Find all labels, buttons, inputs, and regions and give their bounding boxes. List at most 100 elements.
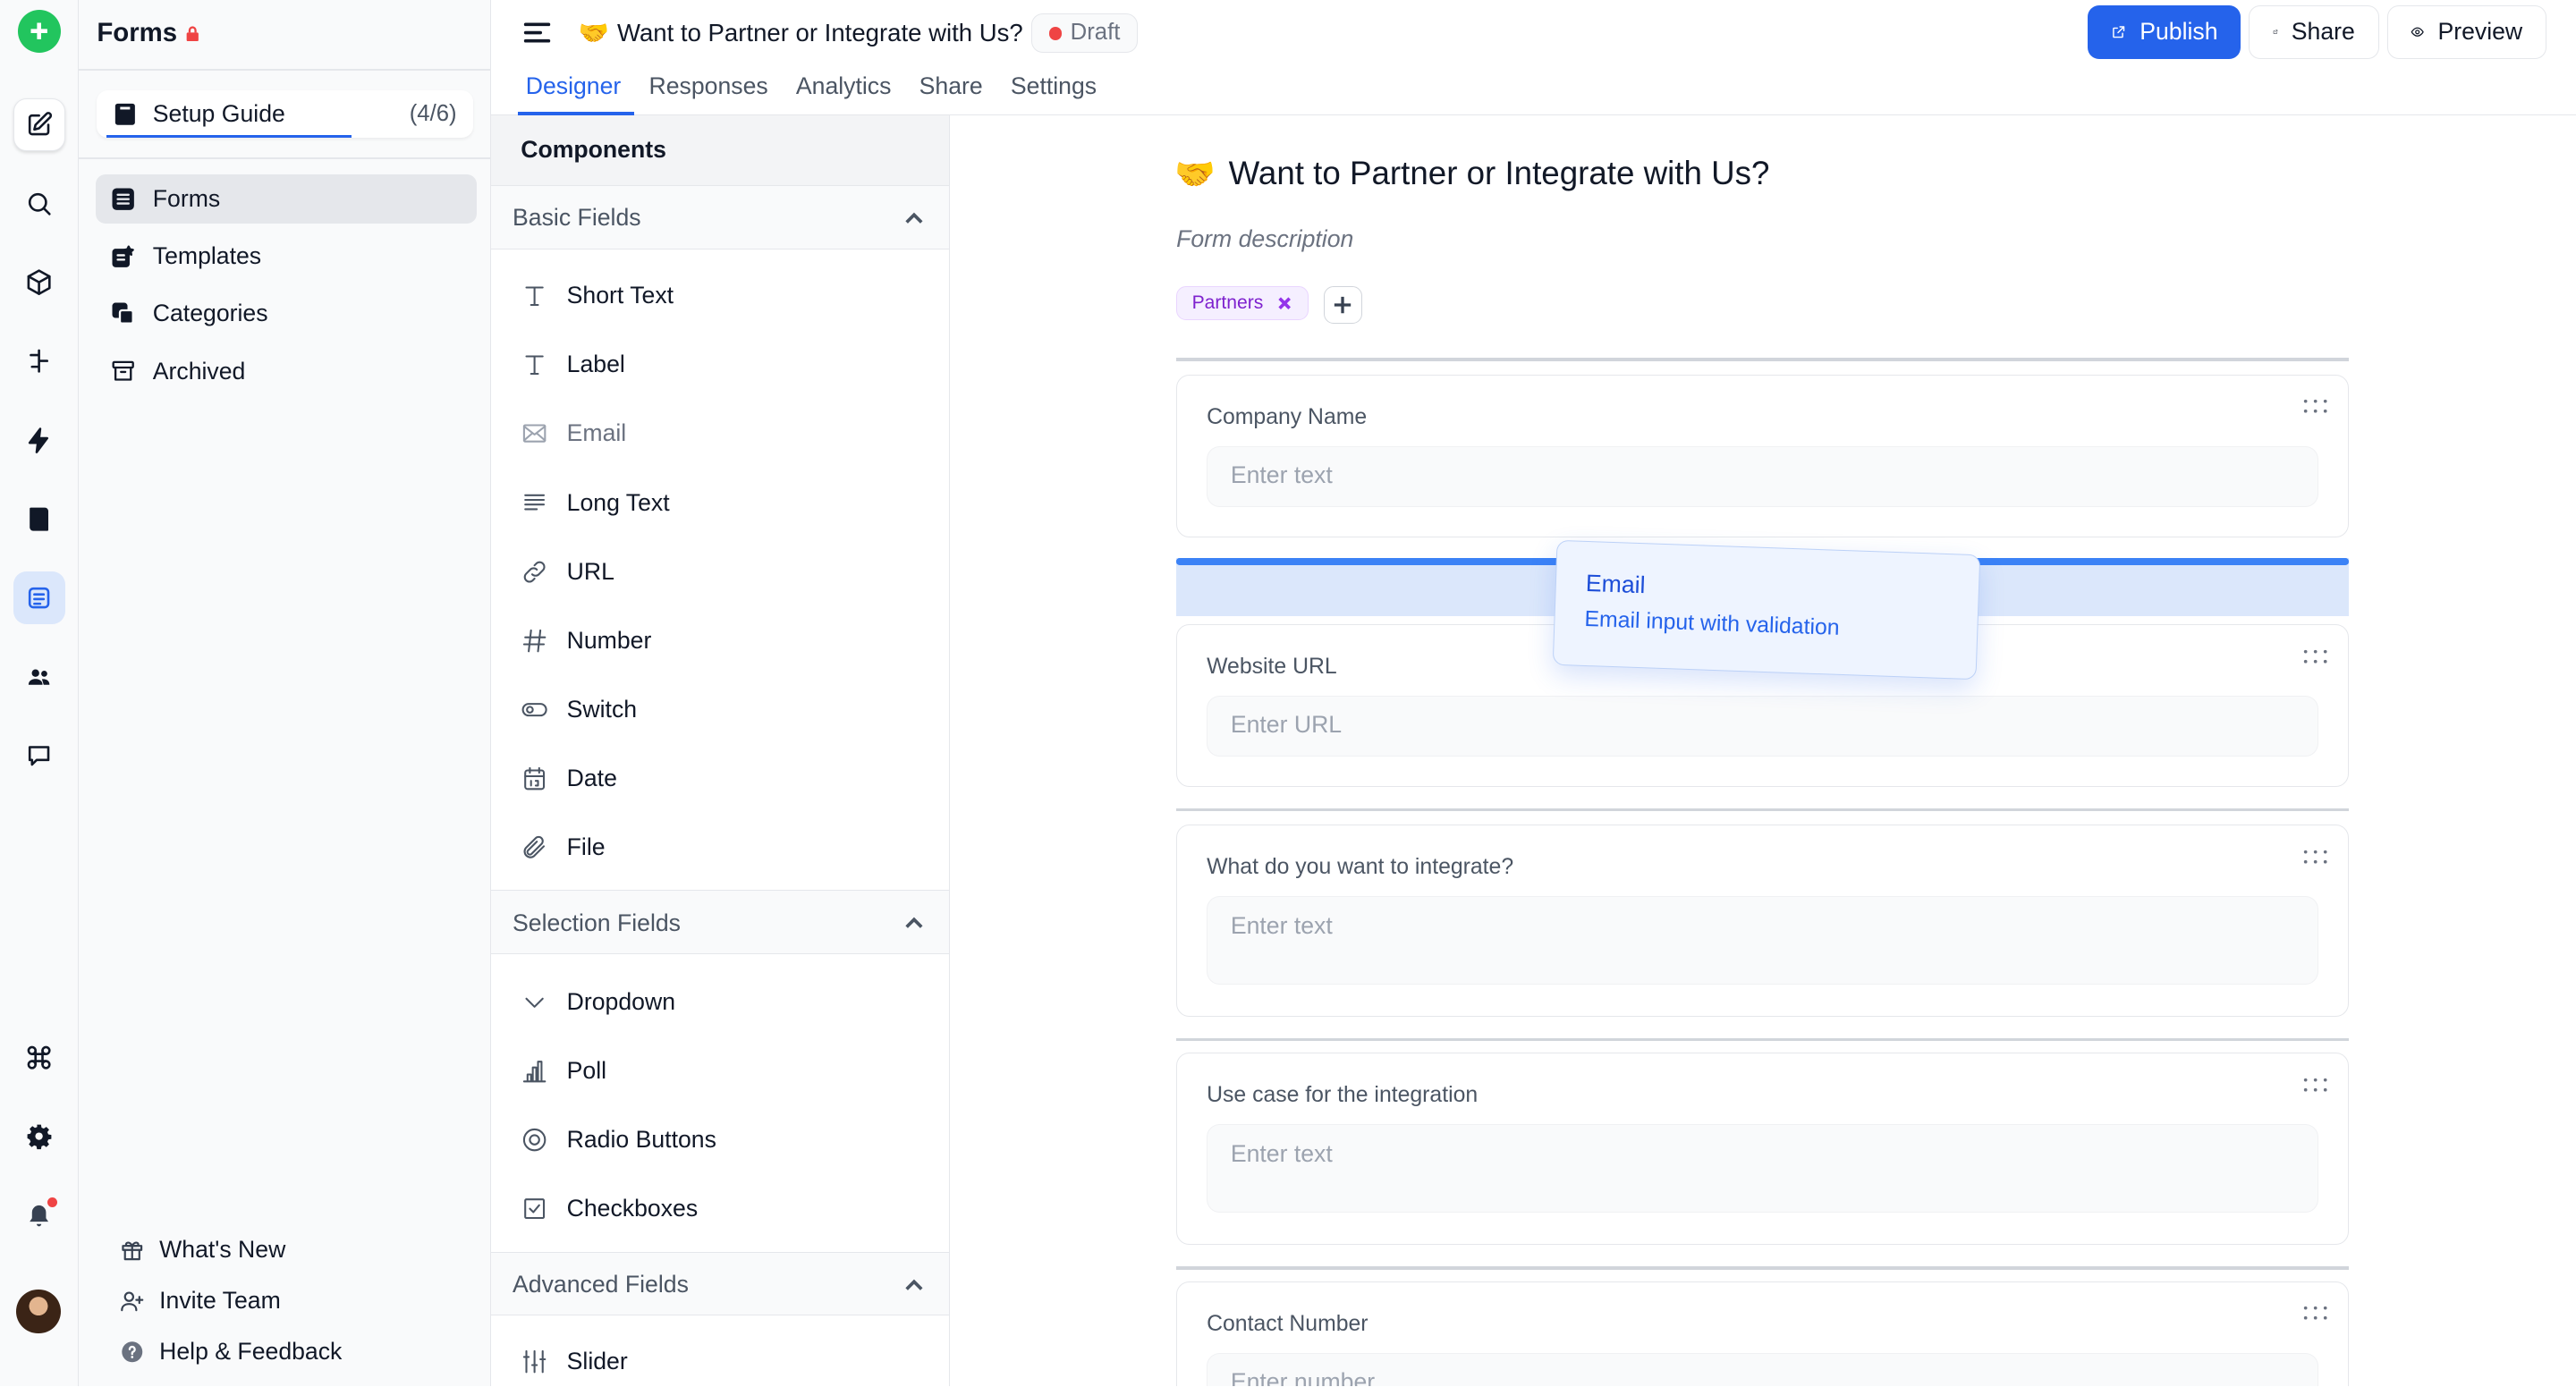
rail-forms-button[interactable] [13, 571, 66, 624]
drag-handle-icon[interactable] [2302, 849, 2328, 865]
component-radio-buttons[interactable]: Radio Buttons [521, 1121, 716, 1160]
toggle-icon [521, 702, 547, 716]
field-company-name[interactable]: Company Name Enter text [1176, 374, 2350, 537]
sidebar-item-archived[interactable]: Archived [96, 347, 477, 396]
component-label: URL [566, 557, 614, 585]
field-use-case[interactable]: Use case for the integration Enter text [1176, 1053, 2350, 1246]
sidebar: Forms Setup Guide (4/6) Forms Templates … [79, 0, 492, 1387]
templates-icon [112, 245, 134, 267]
timeline-icon [30, 350, 49, 374]
component-poll[interactable]: Poll [521, 1051, 606, 1090]
field-integrate-what[interactable]: What do you want to integrate? Enter tex… [1176, 825, 2350, 1017]
field-input[interactable]: Enter text [1207, 895, 2319, 985]
create-new-button[interactable] [18, 10, 61, 53]
form-title-text: Want to Partner or Integrate with Us? [1228, 155, 1770, 192]
form-title[interactable]: 🤝 Want to Partner or Integrate with Us? [1174, 155, 1769, 193]
bolt-icon [29, 427, 49, 453]
icon-rail [0, 0, 80, 1387]
field-input[interactable]: Enter text [1207, 1124, 2319, 1214]
field-input[interactable]: Enter URL [1207, 695, 2319, 757]
whats-new-link[interactable]: What's New [120, 1233, 285, 1266]
rail-command-button[interactable] [13, 1031, 66, 1084]
rail-timeline-button[interactable] [13, 335, 66, 388]
drag-handle-icon[interactable] [2302, 648, 2328, 664]
sidebar-item-categories[interactable]: Categories [96, 289, 477, 338]
help-feedback-link[interactable]: Help & Feedback [120, 1335, 342, 1368]
sidebar-item-templates[interactable]: Templates [96, 232, 477, 281]
component-switch[interactable]: Switch [521, 689, 637, 729]
drag-handle-icon[interactable] [2302, 1305, 2328, 1321]
component-email[interactable]: Email [521, 414, 626, 453]
setup-guide-button[interactable]: Setup Guide (4/6) [97, 90, 473, 139]
component-number[interactable]: Number [521, 621, 651, 660]
rail-chat-button[interactable] [13, 729, 66, 782]
form-canvas: 🤝 Want to Partner or Integrate with Us? … [951, 114, 2576, 1387]
form-description[interactable]: Form description [1176, 225, 1353, 253]
rail-docs-button[interactable] [13, 493, 66, 545]
field-input[interactable]: Enter text [1207, 445, 2319, 507]
field-input[interactable]: Enter number [1207, 1352, 2319, 1387]
form-title-header[interactable]: 🤝 Want to Partner or Integrate with Us? [579, 15, 1023, 51]
footer-item-label: Invite Team [159, 1287, 281, 1315]
forms-icon [29, 587, 50, 609]
tab-settings[interactable]: Settings [1005, 72, 1101, 115]
component-label[interactable]: Label [521, 345, 625, 385]
app: Forms Setup Guide (4/6) Forms Templates … [0, 0, 2576, 1387]
rail-cube-button[interactable] [13, 257, 66, 309]
component-label: Dropdown [566, 987, 676, 1015]
chevron-up-icon [903, 1273, 925, 1295]
tab-responses[interactable]: Responses [644, 72, 773, 115]
tab-analytics[interactable]: Analytics [791, 72, 896, 115]
preview-button[interactable]: Preview [2386, 4, 2546, 60]
tab-designer[interactable]: Designer [517, 72, 634, 115]
share-button[interactable]: Share [2249, 4, 2379, 60]
sidebar-title: Forms [97, 17, 178, 47]
rail-team-button[interactable] [13, 650, 66, 703]
avatar[interactable] [16, 1289, 61, 1334]
chevron-down-icon [525, 997, 544, 1008]
component-url[interactable]: URL [521, 552, 614, 591]
status-badge: Draft [1031, 13, 1138, 53]
component-dropdown[interactable]: Dropdown [521, 982, 675, 1021]
paperclip-icon [523, 835, 546, 858]
drag-preview-email[interactable]: Email Email input with validation [1552, 539, 1980, 680]
basic-fields-section-toggle[interactable]: Basic Fields [491, 185, 949, 250]
component-short-text[interactable]: Short Text [521, 276, 674, 316]
sidebar-item-forms[interactable]: Forms [95, 173, 477, 224]
drag-handle-icon[interactable] [2302, 1077, 2328, 1093]
advanced-fields-section-toggle[interactable]: Advanced Fields [491, 1251, 949, 1316]
invite-team-link[interactable]: Invite Team [120, 1284, 281, 1317]
help-icon [122, 1341, 143, 1363]
rail-notifications-button[interactable] [13, 1189, 66, 1242]
paragraph-icon [524, 495, 546, 511]
drag-handle-icon[interactable] [2302, 398, 2328, 414]
rail-settings-button[interactable] [13, 1111, 66, 1163]
close-icon[interactable] [1276, 295, 1292, 311]
notification-dot [47, 1197, 58, 1207]
component-date[interactable]: Date [521, 759, 617, 799]
field-contact-number[interactable]: Contact Number Enter number [1176, 1281, 2350, 1387]
selection-fields-section-toggle[interactable]: Selection Fields [491, 890, 949, 955]
plus-icon [1335, 296, 1352, 313]
field-divider [1176, 1266, 2350, 1270]
footer-item-label: What's New [159, 1236, 286, 1264]
field-label: What do you want to integrate? [1207, 855, 1514, 880]
drag-preview-title: Email [1584, 569, 1646, 599]
component-checkboxes[interactable]: Checkboxes [521, 1189, 698, 1229]
component-long-text[interactable]: Long Text [521, 483, 670, 522]
tag-chip: Partners [1176, 285, 1309, 321]
component-slider[interactable]: Slider [521, 1342, 628, 1382]
component-file[interactable]: File [521, 828, 606, 867]
sidebar-item-label: Forms [152, 184, 221, 212]
cube-icon [28, 269, 52, 296]
toggle-sidebar-button[interactable] [522, 18, 552, 47]
plus-icon [30, 22, 48, 40]
rail-edit-button[interactable] [13, 98, 66, 151]
tab-share[interactable]: Share [914, 72, 987, 115]
top-bar: 🤝 Want to Partner or Integrate with Us? … [491, 0, 2576, 115]
chat-icon [29, 746, 50, 766]
add-tag-button[interactable] [1324, 285, 1362, 324]
rail-search-button[interactable] [13, 177, 66, 230]
rail-automation-button[interactable] [13, 414, 66, 467]
publish-button[interactable]: Publish [2088, 4, 2241, 60]
